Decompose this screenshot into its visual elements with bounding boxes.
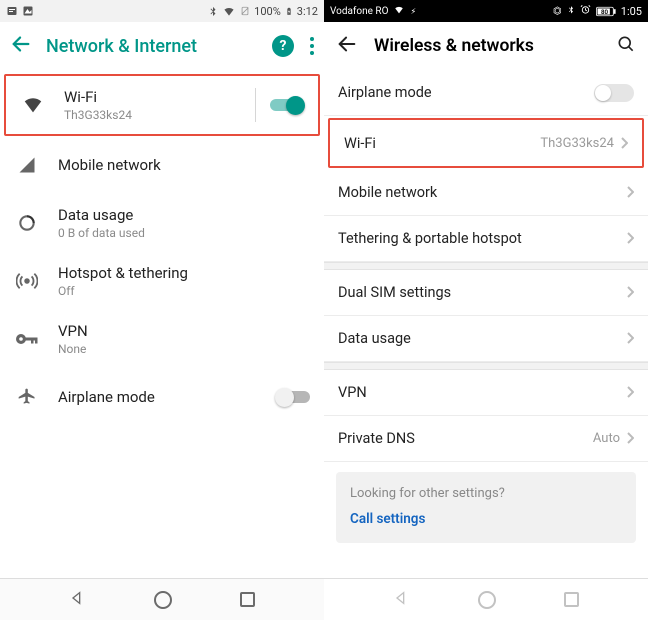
svg-text:80: 80 [601,7,609,15]
row-label: VPN [58,322,310,340]
overflow-menu-button[interactable] [310,37,314,55]
app-bar: Wireless & networks [324,22,648,70]
data-usage-icon [14,213,40,233]
signal-icon [14,155,40,175]
nfc-icon: ⏣ [553,6,562,17]
bluetooth-icon [208,5,218,17]
chevron-right-icon [626,383,634,402]
highlight-wifi: Wi-Fi Th3G33ks24 [328,118,644,168]
settings-list: Wi-Fi Th3G33ks24 Mobile network Data usa… [0,70,324,578]
row-subtext: 0 B of data used [58,226,310,240]
row-subtext: Th3G33ks24 [64,108,237,122]
row-value: Auto [593,431,620,446]
settings-list: Airplane mode Wi-Fi Th3G33ks24 Mobile ne… [324,70,648,578]
page-title: Network & Internet [46,36,258,57]
row-data-usage[interactable]: Data usage [324,316,648,362]
chevron-right-icon [620,134,628,153]
wifi-icon [20,94,46,116]
nav-back-button[interactable] [393,590,409,610]
clock-text: 1:05 [621,5,642,18]
page-title: Wireless & networks [374,36,600,56]
airplane-icon [14,387,40,407]
row-wifi[interactable]: Wi-Fi Th3G33ks24 [6,76,318,134]
wifi-icon [393,5,405,18]
navigation-bar [0,578,324,620]
hotspot-icon [14,270,40,292]
vpn-key-icon [14,332,40,346]
row-tethering[interactable]: Tethering & portable hotspot [324,216,648,262]
airplane-toggle[interactable] [276,388,310,406]
volte-icon: ⚡︎ [410,7,416,16]
highlight-wifi: Wi-Fi Th3G33ks24 [4,74,320,136]
battery-percent: 100% [254,5,281,18]
chevron-right-icon [626,429,634,448]
carrier-name: Vodafone RO [330,6,388,17]
chevron-right-icon [626,229,634,248]
row-mobile-network[interactable]: Mobile network [0,136,324,194]
chevron-right-icon [626,183,634,202]
no-sim-icon [240,5,250,17]
status-bar: Vodafone RO ⚡︎ ⏣ 80 1:05 [324,0,648,22]
nav-home-button[interactable] [154,591,172,609]
row-label: Tethering & portable hotspot [338,230,626,247]
row-wifi[interactable]: Wi-Fi Th3G33ks24 [330,120,642,166]
screen-right: Vodafone RO ⚡︎ ⏣ 80 1:05 Wireless & netw… [324,0,648,620]
battery-icon: 80 [596,6,616,17]
row-label: Data usage [338,330,626,347]
chevron-right-icon [626,283,634,302]
row-label: Data usage [58,206,310,224]
row-mobile-network[interactable]: Mobile network [324,170,648,216]
row-subtext: None [58,342,310,356]
row-label: Private DNS [338,430,593,447]
notification-icon [6,5,18,17]
row-label: Dual SIM settings [338,284,626,301]
chevron-right-icon [626,329,634,348]
row-label: Airplane mode [58,388,258,406]
row-label: Mobile network [58,156,310,174]
bluetooth-icon [567,4,575,18]
back-button[interactable] [336,33,358,59]
row-label: Wi-Fi [64,88,237,106]
battery-icon [285,5,293,18]
promo-question: Looking for other settings? [350,486,622,501]
row-vpn[interactable]: VPN None [0,310,324,368]
row-label: Wi-Fi [344,135,540,152]
navigation-bar [324,578,648,620]
airplane-toggle[interactable] [594,84,634,102]
app-bar: Network & Internet ? [0,22,324,70]
group-divider [324,262,648,270]
row-label: Mobile network [338,184,626,201]
notification-icon [22,5,34,17]
group-divider [324,362,648,370]
nav-home-button[interactable] [478,591,496,609]
nav-recents-button[interactable] [240,592,255,607]
status-bar: 100% 3:12 [0,0,324,22]
alarm-icon [580,4,591,18]
row-hotspot[interactable]: Hotspot & tethering Off [0,252,324,310]
row-vpn[interactable]: VPN [324,370,648,416]
promo-link-call-settings[interactable]: Call settings [350,511,622,527]
wifi-icon [222,6,236,17]
row-label: Airplane mode [338,84,594,101]
row-data-usage[interactable]: Data usage 0 B of data used [0,194,324,252]
row-label: Hotspot & tethering [58,264,310,282]
row-airplane-mode[interactable]: Airplane mode [0,368,324,426]
row-airplane-mode[interactable]: Airplane mode [324,70,648,116]
nav-back-button[interactable] [69,590,85,610]
wifi-toggle[interactable] [270,96,304,114]
screen-left: 100% 3:12 Network & Internet ? Wi-Fi [0,0,324,620]
back-button[interactable] [10,33,32,59]
row-private-dns[interactable]: Private DNS Auto [324,416,648,462]
row-value: Th3G33ks24 [540,136,614,151]
nav-recents-button[interactable] [564,592,579,607]
row-label: VPN [338,384,626,401]
help-button[interactable]: ? [272,35,294,57]
promo-card: Looking for other settings? Call setting… [336,472,636,543]
row-dual-sim[interactable]: Dual SIM settings [324,270,648,316]
clock-text: 3:12 [297,5,318,18]
row-subtext: Off [58,284,310,298]
search-button[interactable] [616,34,636,58]
